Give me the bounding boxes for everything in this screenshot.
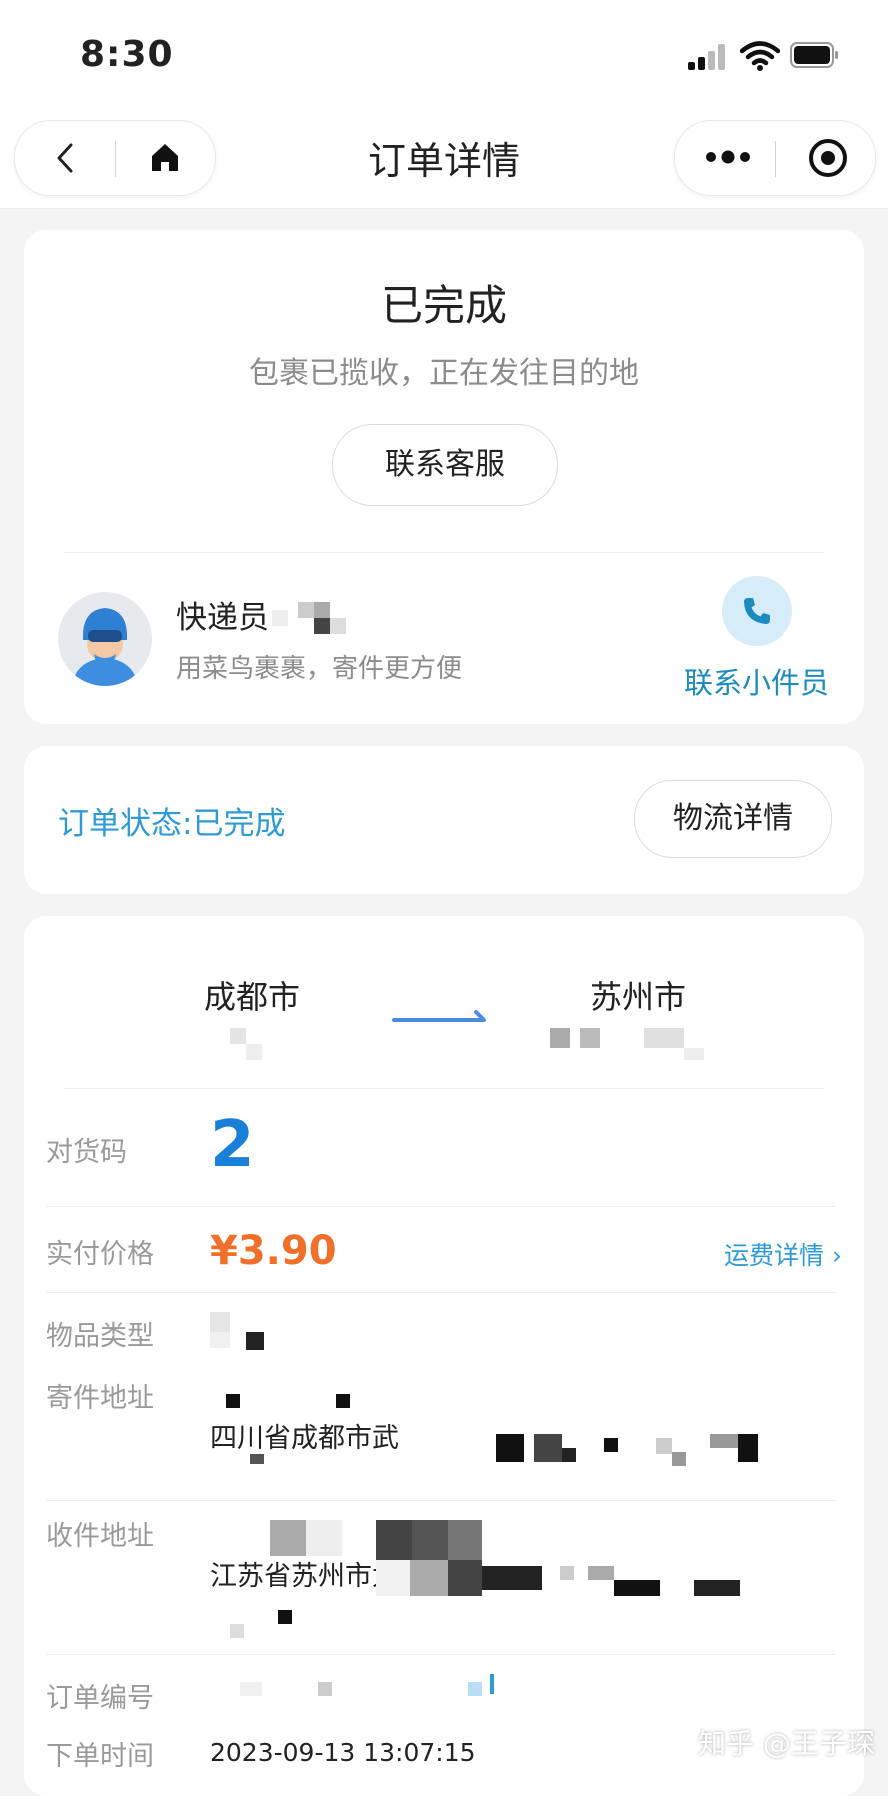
order-time-value: 2023-09-13 13:07:15 xyxy=(210,1738,476,1767)
fee-detail-link[interactable]: 运费详情 › xyxy=(724,1236,842,1272)
order-status-card: 订单状态:已完成 物流详情 xyxy=(24,746,864,894)
cellular-signal-icon xyxy=(688,42,728,70)
courier-avatar xyxy=(58,592,152,686)
price-label: 实付价格 xyxy=(46,1239,154,1270)
code-label: 对货码 xyxy=(46,1137,127,1168)
divider xyxy=(46,1500,836,1501)
order-status-title: 已完成 xyxy=(380,281,507,330)
close-target-icon[interactable] xyxy=(807,137,849,179)
status-time: 8:30 xyxy=(80,34,174,75)
courier-subtitle: 用菜鸟裹裹，寄件更方便 xyxy=(176,654,463,684)
order-time-label: 下单时间 xyxy=(46,1741,154,1772)
watermark: 知乎 @王子琛 xyxy=(698,1727,875,1760)
order-number-label: 订单编号 xyxy=(46,1683,154,1714)
contact-courier-link[interactable]: 联系小件员 xyxy=(684,660,829,702)
courier-label: 快递员 xyxy=(176,600,269,636)
receiver-address-value: 江苏省苏州市太 xyxy=(210,1561,399,1592)
capsule-divider xyxy=(775,141,776,177)
divider xyxy=(46,1206,836,1207)
status-card: 已完成 包裹已揽收，正在发往目的地 联系客服 快递员 用菜鸟裹裹，寄件更方便 联… xyxy=(24,230,864,724)
logistics-detail-button[interactable]: 物流详情 xyxy=(634,780,832,858)
route-to-city: 苏州市 xyxy=(590,978,687,1016)
contact-service-button[interactable]: 联系客服 xyxy=(332,424,558,506)
status-bar: 8:30 xyxy=(0,0,888,108)
receiver-address-label: 收件地址 xyxy=(46,1521,154,1552)
divider xyxy=(46,1654,836,1655)
order-status-text: 订单状态:已完成 xyxy=(58,806,286,842)
more-icon[interactable] xyxy=(705,149,751,165)
price-value: ¥3.90 xyxy=(210,1228,337,1274)
order-detail-card: 成都市 苏州市 对货码 2 实付价格 ¥3.90 运费详情 › 物品类型 寄件地… xyxy=(24,916,864,1796)
code-value: 2 xyxy=(210,1108,255,1182)
sender-address-label: 寄件地址 xyxy=(46,1383,154,1414)
wifi-icon xyxy=(740,41,780,71)
order-status-subtitle: 包裹已揽收，正在发往目的地 xyxy=(249,356,639,391)
divider xyxy=(46,1292,836,1293)
nav-capsule-right xyxy=(674,120,876,196)
battery-icon xyxy=(790,42,838,68)
call-courier-button[interactable] xyxy=(722,576,792,646)
route-arrow-icon xyxy=(392,1010,486,1022)
item-type-label: 物品类型 xyxy=(46,1321,154,1352)
sender-address-value: 四川省成都市武 xyxy=(210,1423,399,1454)
divider xyxy=(64,552,824,553)
nav-bar: 订单详情 xyxy=(0,108,888,209)
phone-icon xyxy=(744,598,770,624)
route-from-city: 成都市 xyxy=(204,978,301,1016)
divider xyxy=(64,1088,824,1089)
